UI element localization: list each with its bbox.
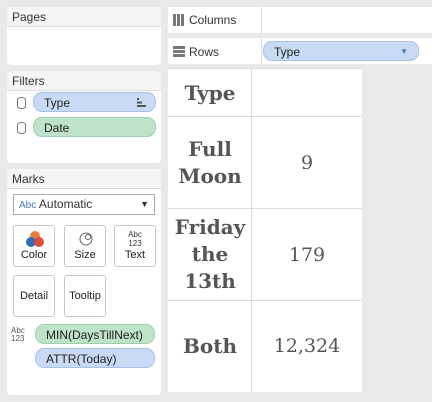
sort-icon bbox=[137, 98, 146, 107]
marks-title: Marks bbox=[7, 169, 161, 189]
text-field-icon: Abc 123 bbox=[11, 326, 25, 343]
size-button[interactable]: Size bbox=[64, 225, 106, 267]
tooltip-button[interactable]: Tooltip bbox=[64, 275, 106, 317]
row-friday-13th-label: Friday the 13th bbox=[174, 215, 246, 293]
detail-label: Detail bbox=[19, 290, 49, 302]
field-attr-today-pill[interactable]: ATTR(Today) bbox=[35, 348, 155, 368]
row-both-label: Both bbox=[182, 333, 238, 358]
filters-title: Filters bbox=[7, 71, 161, 91]
columns-divider bbox=[261, 7, 262, 33]
size-icon bbox=[79, 232, 93, 246]
filter-type-pill[interactable]: Type bbox=[33, 92, 156, 112]
rows-shelf[interactable]: Rows Type ▼ bbox=[168, 38, 432, 64]
columns-icon bbox=[173, 14, 184, 26]
filter-date-pill[interactable]: Date bbox=[33, 117, 156, 137]
text-label: Text bbox=[124, 249, 146, 261]
field-min-daystillnext-label: MIN(DaysTillNext) bbox=[46, 328, 143, 342]
marks-panel: Marks Abc Automatic ▼ Color Size Abc 123 … bbox=[7, 169, 161, 395]
text-table-view: Type Full Moon 9 Friday the 13th 179 Both 1… bbox=[168, 68, 362, 393]
mark-type-value: Automatic bbox=[38, 197, 93, 211]
mark-type-dropdown[interactable]: Abc Automatic ▼ bbox=[13, 194, 155, 215]
chevron-down-icon: ▼ bbox=[140, 199, 149, 209]
pages-panel: Pages bbox=[7, 7, 161, 65]
filters-panel: Filters Type Date bbox=[7, 71, 161, 163]
rows-divider bbox=[261, 38, 262, 64]
field-min-daystillnext-pill[interactable]: MIN(DaysTillNext) bbox=[35, 324, 155, 344]
filter-date-label: Date bbox=[44, 121, 70, 135]
columns-shelf[interactable]: Columns bbox=[168, 7, 432, 33]
text-button[interactable]: Abc 123 Text bbox=[114, 225, 156, 267]
row-both-value: 12,324 bbox=[273, 335, 341, 357]
rows-label: Rows bbox=[189, 45, 220, 59]
abc-icon: Abc bbox=[19, 200, 37, 211]
rows-type-label: Type bbox=[274, 45, 301, 59]
header-type: Type bbox=[184, 81, 236, 105]
chevron-down-icon: ▼ bbox=[400, 47, 408, 56]
filter-type-label: Type bbox=[44, 96, 71, 110]
rows-type-pill[interactable]: Type ▼ bbox=[263, 41, 419, 61]
rows-icon bbox=[173, 46, 185, 57]
row-full-moon-value: 9 bbox=[300, 151, 314, 174]
columns-label: Columns bbox=[189, 13, 237, 27]
tooltip-label: Tooltip bbox=[69, 290, 101, 302]
dimension-icon bbox=[17, 97, 26, 109]
pages-title: Pages bbox=[7, 7, 161, 27]
color-button[interactable]: Color bbox=[13, 225, 55, 267]
size-label: Size bbox=[74, 249, 96, 261]
detail-button[interactable]: Detail bbox=[13, 275, 55, 317]
text-icon: Abc 123 bbox=[128, 230, 142, 248]
measure-icon bbox=[17, 122, 26, 134]
field-attr-today-label: ATTR(Today) bbox=[46, 352, 117, 366]
row-friday-13th-value: 179 bbox=[288, 243, 326, 266]
color-label: Color bbox=[20, 249, 48, 261]
row-full-moon-label: Full Moon bbox=[178, 136, 242, 188]
color-icon bbox=[26, 231, 44, 247]
